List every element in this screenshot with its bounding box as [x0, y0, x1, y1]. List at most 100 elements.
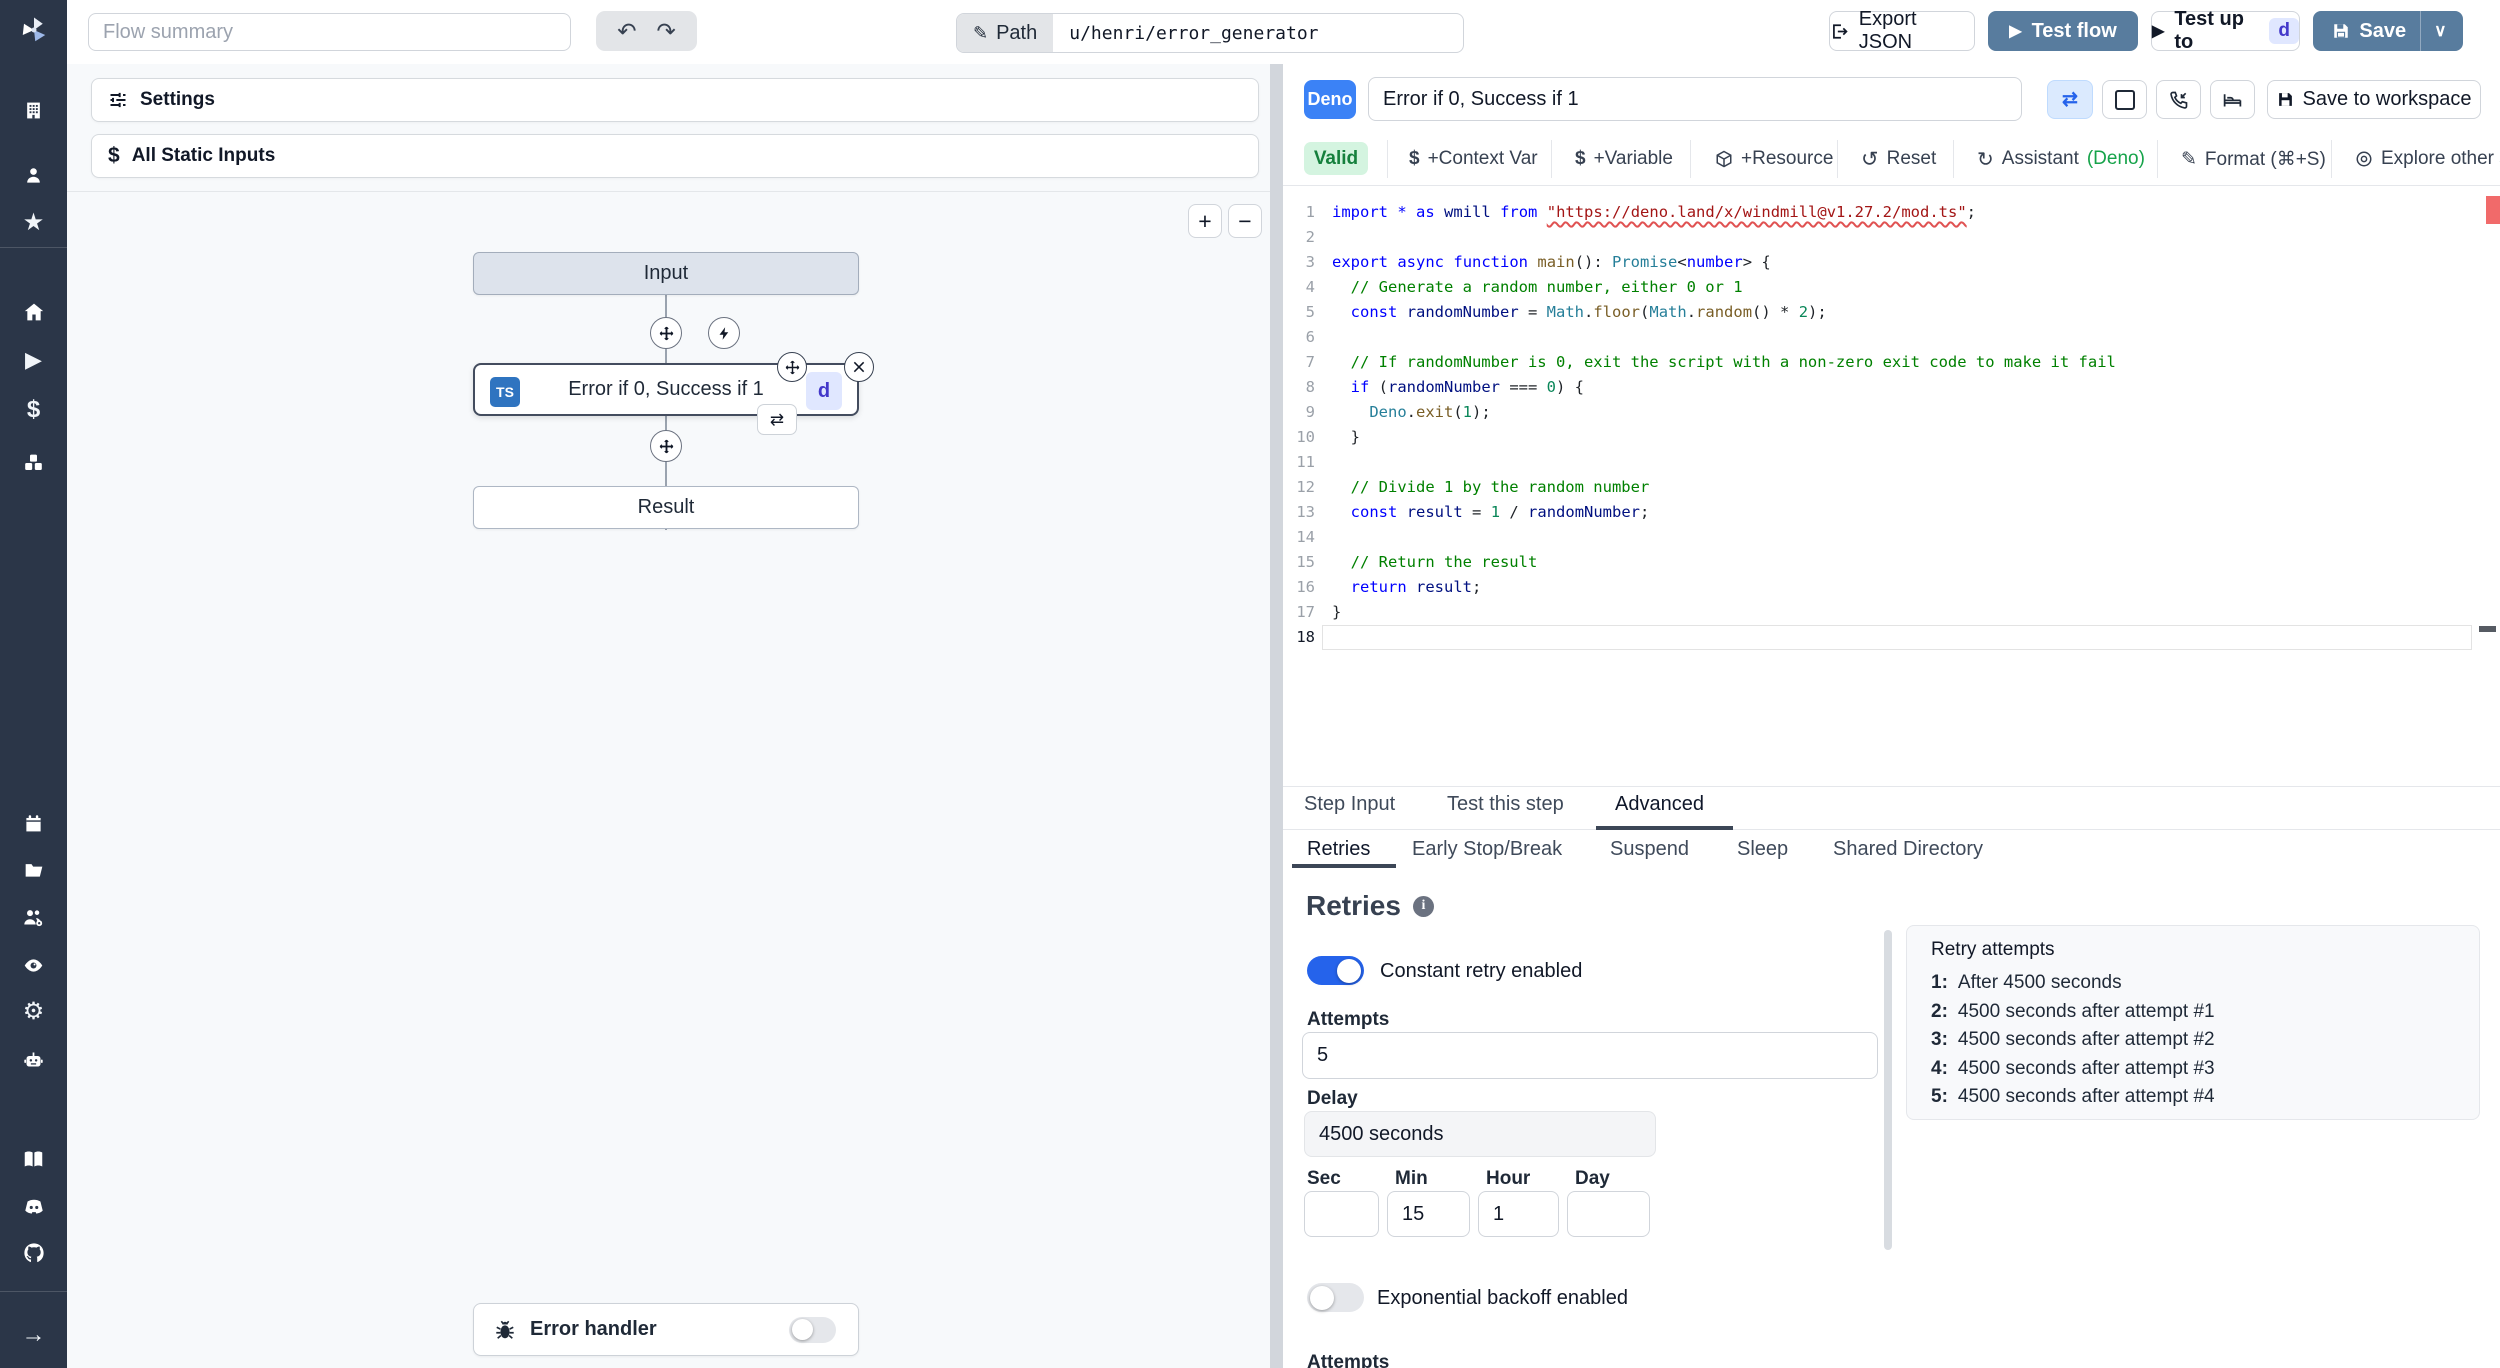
windmill-logo-icon[interactable] [0, 13, 67, 47]
code-line: 6 [1305, 328, 1315, 346]
flow-result-node[interactable]: Result [473, 486, 859, 529]
panel-splitter[interactable] [1270, 64, 1283, 1368]
error-handler-toggle[interactable] [789, 1316, 836, 1343]
valid-badge: Valid [1304, 142, 1368, 175]
constant-retry-toggle[interactable] [1307, 956, 1364, 985]
hour-input[interactable] [1478, 1191, 1559, 1237]
delay-input[interactable] [1304, 1111, 1656, 1157]
save-to-workspace-button[interactable]: Save to workspace [2267, 80, 2481, 119]
delete-step-button[interactable] [844, 352, 874, 382]
zoom-in-button[interactable]: + [1188, 204, 1222, 238]
add-resource-button[interactable]: +Resource [1715, 141, 1833, 177]
test-flow-button[interactable]: ▶ Test flow [1988, 11, 2138, 51]
error-handler-node[interactable]: Error handler [473, 1303, 859, 1356]
advanced-scrollbar[interactable] [1884, 930, 1892, 1250]
tabs-bottom-border [1283, 829, 2500, 830]
min-label: Min [1395, 1168, 1428, 1189]
save-dropdown-chevron[interactable]: ∨ [2421, 21, 2459, 41]
step-label: Error if 0, Success if 1 [568, 378, 764, 400]
attempts-input[interactable] [1302, 1032, 1878, 1079]
retry-settings-button[interactable]: ⇄ [2047, 80, 2093, 119]
stop-after-if-button[interactable] [2102, 80, 2147, 119]
bot-icon[interactable] [0, 1042, 67, 1076]
cubes-icon[interactable] [0, 445, 67, 479]
tab-sleep[interactable]: Sleep [1737, 838, 1788, 861]
exponential-backoff-label: Exponential backoff enabled [1377, 1287, 1628, 1309]
tab-early-stop-break[interactable]: Early Stop/Break [1412, 838, 1562, 861]
cursor-ruler-mark [2479, 626, 2496, 632]
format-button[interactable]: ✎ Format (⌘+S) [2181, 141, 2326, 177]
tabs-top-border [1283, 786, 2500, 787]
tab-retries[interactable]: Retries [1307, 838, 1370, 861]
exponential-backoff-toggle[interactable] [1307, 1283, 1364, 1312]
book-icon[interactable] [0, 1142, 67, 1176]
retry-attempts-title: Retry attempts [1931, 939, 2055, 960]
tab-test-this-step[interactable]: Test this step [1447, 793, 1564, 816]
flow-summary-input[interactable] [88, 13, 571, 51]
redo-icon[interactable]: ↷ [657, 18, 676, 45]
calendar-icon[interactable] [0, 806, 67, 840]
toolbar-separator [2157, 140, 2158, 178]
explore-hub-button[interactable]: Explore other s [2355, 141, 2500, 177]
code-line: 8 if (randomNumber === 0) { [1305, 378, 1585, 396]
play-icon: ▶ [2009, 23, 2022, 40]
code-editor[interactable]: 1 import * as wmill from "https://deno.la… [1283, 200, 2473, 775]
retry-indicator-button[interactable]: ⇄ [757, 404, 797, 435]
close-icon [853, 361, 865, 373]
dollar-icon[interactable]: $ [0, 393, 67, 427]
all-static-inputs-row[interactable]: $ All Static Inputs [91, 134, 1259, 178]
add-step-button[interactable] [650, 317, 682, 349]
day-label: Day [1575, 1168, 1610, 1189]
tab-advanced[interactable]: Advanced [1615, 793, 1704, 816]
sidebar-divider [0, 247, 67, 248]
user-icon[interactable] [0, 158, 67, 192]
sleep-button[interactable] [2210, 80, 2255, 119]
reset-button[interactable]: ↺ Reset [1861, 141, 1936, 177]
day-input[interactable] [1567, 1191, 1650, 1237]
sec-input[interactable] [1304, 1191, 1379, 1237]
settings-row[interactable]: Settings [91, 78, 1259, 122]
add-step-button[interactable] [650, 430, 682, 462]
home-icon[interactable] [0, 295, 67, 329]
flow-input-node[interactable]: Input [473, 252, 859, 295]
github-icon[interactable] [0, 1236, 67, 1270]
retry-attempt-row: 3: 4500 seconds after attempt #2 [1931, 1029, 2215, 1051]
deno-badge[interactable]: Deno [1304, 80, 1356, 119]
save-button[interactable]: Save ∨ [2313, 11, 2463, 51]
code-line: 10 } [1296, 428, 1360, 446]
tab-step-input[interactable]: Step Input [1304, 793, 1395, 816]
discord-icon[interactable] [0, 1190, 67, 1224]
trigger-bolt-button[interactable] [708, 317, 740, 349]
step-id-badge: d [2269, 18, 2299, 44]
move-step-handle[interactable] [777, 352, 807, 382]
eye-icon[interactable] [0, 948, 67, 982]
step-summary-input[interactable] [1368, 77, 2022, 121]
gear-icon[interactable]: ⚙ [0, 994, 67, 1028]
export-json-button[interactable]: Export JSON [1829, 8, 1975, 53]
folder-icon[interactable] [0, 853, 67, 887]
code-line: 15 // Return the result [1296, 553, 1538, 571]
code-line: 13 const result = 1 / randomNumber; [1296, 503, 1650, 521]
add-variable-button[interactable]: $ +Variable [1575, 141, 1673, 177]
path-value[interactable]: u/henri/error_generator [1053, 14, 1334, 52]
topbar: ↶ ↷ ✎ Path u/henri/error_generator Expor… [67, 0, 2500, 65]
expand-arrow-icon[interactable]: → [0, 1318, 67, 1352]
min-input[interactable] [1387, 1191, 1470, 1237]
info-icon[interactable]: i [1412, 895, 1434, 917]
zoom-out-button[interactable]: − [1228, 204, 1262, 238]
undo-icon[interactable]: ↶ [617, 18, 636, 45]
toolbar-separator [1551, 140, 1552, 178]
test-up-to-button[interactable]: ▶ Test up to d [2151, 8, 2300, 53]
building-icon[interactable] [0, 93, 67, 127]
compass-icon [2356, 151, 2372, 167]
star-icon[interactable]: ★ [0, 205, 67, 239]
users-cog-icon[interactable] [0, 900, 67, 934]
toolbar-separator [2331, 140, 2332, 178]
suspend-button[interactable] [2156, 80, 2201, 119]
toolbar-separator [1690, 140, 1691, 178]
tab-shared-directory[interactable]: Shared Directory [1833, 838, 1983, 861]
add-context-var-button[interactable]: $ +Context Var [1409, 141, 1538, 177]
tab-suspend[interactable]: Suspend [1610, 838, 1689, 861]
assistant-button[interactable]: ↻ Assistant (Deno) [1977, 141, 2145, 177]
play-icon[interactable]: ▶ [0, 343, 67, 377]
